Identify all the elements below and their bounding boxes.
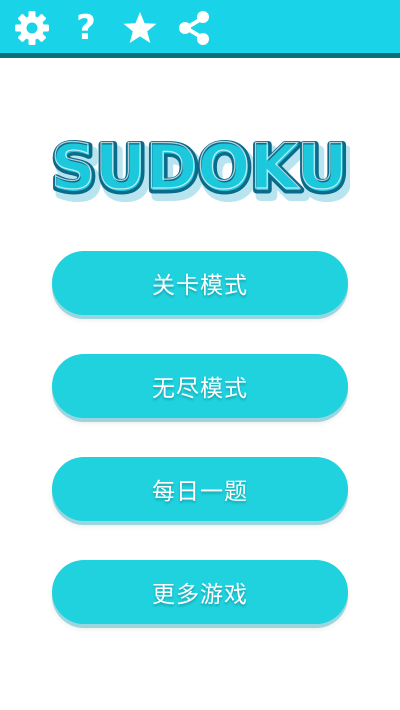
gear-icon (15, 11, 49, 45)
help-icon: ? (76, 8, 96, 48)
sudoku-logo: SUDOKU SUDOKU SUDOKU SUDOKU (50, 129, 350, 209)
daily-puzzle-button[interactable]: 每日一题 (52, 457, 348, 521)
star-icon (123, 12, 157, 43)
more-games-label: 更多游戏 (152, 582, 248, 608)
endless-mode-label: 无尽模式 (152, 376, 248, 402)
more-games-button[interactable]: 更多游戏 (52, 560, 348, 624)
favorite-button[interactable] (120, 8, 160, 48)
top-toolbar: ? (0, 0, 400, 58)
endless-mode-button[interactable]: 无尽模式 (52, 354, 348, 418)
share-button[interactable] (174, 8, 214, 48)
share-icon (179, 11, 209, 45)
level-mode-label: 关卡模式 (152, 273, 248, 299)
level-mode-button[interactable]: 关卡模式 (52, 251, 348, 315)
settings-button[interactable] (12, 8, 52, 48)
daily-puzzle-label: 每日一题 (152, 479, 248, 505)
logo-highlight-text: SUDOKU (51, 130, 347, 203)
help-button[interactable]: ? (66, 8, 106, 48)
